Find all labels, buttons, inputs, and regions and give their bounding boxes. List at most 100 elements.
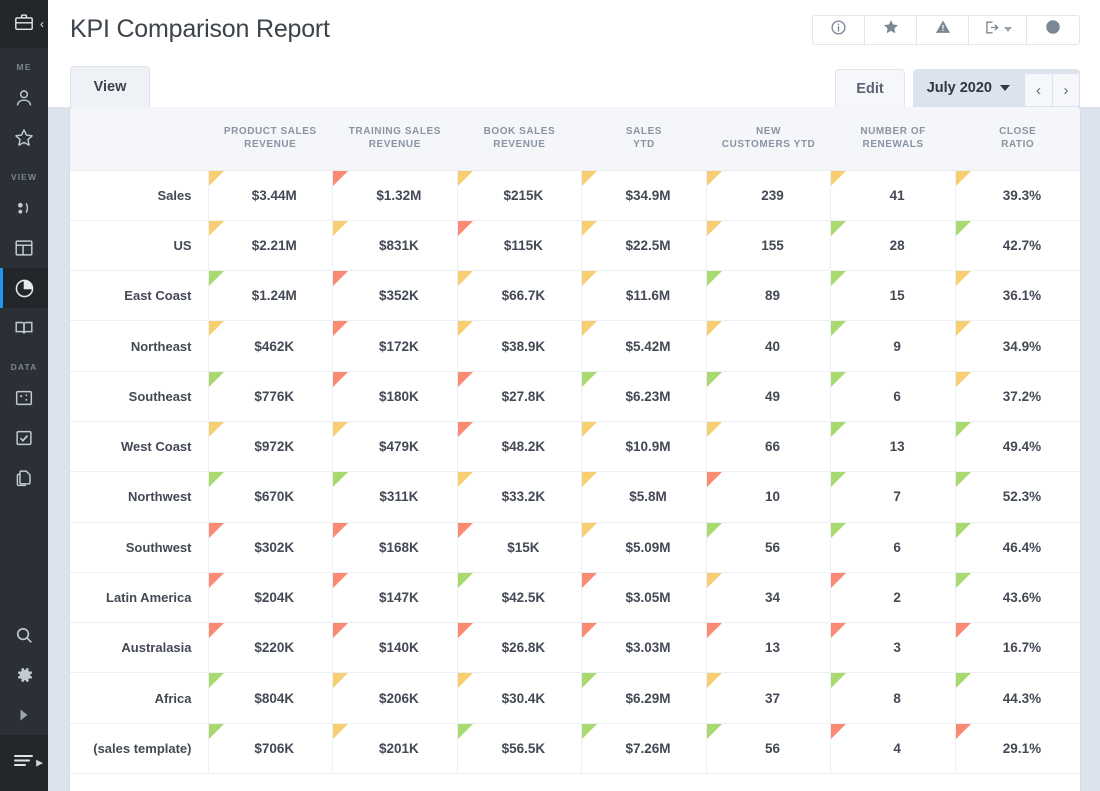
table-cell[interactable]: $804K <box>208 672 334 724</box>
table-row[interactable]: Southeast $776K $180K $27.8K $6.23M 49 6 37.2% <box>70 371 1080 422</box>
sidebar-item-favorites[interactable] <box>0 118 48 158</box>
table-cell[interactable]: 239 <box>706 170 832 221</box>
table-cell[interactable]: $6.29M <box>581 672 707 724</box>
sidebar-item-settings[interactable] <box>0 655 48 695</box>
table-cell[interactable]: $204K <box>208 572 334 624</box>
table-cell[interactable]: $168K <box>332 522 458 573</box>
column-header[interactable]: SALES YTD <box>581 107 707 171</box>
table-cell[interactable]: $776K <box>208 371 334 422</box>
export-icon-button[interactable] <box>969 15 1027 44</box>
table-cell[interactable]: $11.6M <box>581 270 707 322</box>
row-label[interactable]: Southeast <box>70 371 209 422</box>
table-cell[interactable]: $180K <box>332 371 458 422</box>
table-cell[interactable]: $3.05M <box>581 572 707 624</box>
table-cell[interactable]: $172K <box>332 320 458 372</box>
table-cell[interactable]: $5.8M <box>581 471 707 523</box>
table-cell[interactable]: 56 <box>706 522 832 573</box>
table-cell[interactable]: $48.2K <box>457 421 583 473</box>
table-cell[interactable]: 52.3% <box>955 471 1080 523</box>
table-cell[interactable]: $201K <box>332 723 458 775</box>
table-cell[interactable]: $42.5K <box>457 572 583 624</box>
row-label[interactable]: East Coast <box>70 270 209 322</box>
info-icon-button[interactable] <box>813 15 865 44</box>
table-cell[interactable]: $22.5M <box>581 220 707 272</box>
table-cell[interactable]: 40 <box>706 320 832 372</box>
table-cell[interactable]: 34.9% <box>955 320 1080 372</box>
table-cell[interactable]: 37.2% <box>955 371 1080 422</box>
table-row[interactable]: Australasia $220K $140K $26.8K $3.03M 13 3 16.7… <box>70 622 1080 674</box>
table-cell[interactable]: $2.21M <box>208 220 334 272</box>
table-row[interactable]: Sales $3.44M $1.32M $215K $34.9M 239 41 39.3% <box>70 170 1080 221</box>
table-cell[interactable]: 7 <box>830 471 956 523</box>
table-cell[interactable]: $462K <box>208 320 334 372</box>
triangle-right-icon[interactable]: ▶ <box>36 758 43 769</box>
sidebar-item-expand[interactable] <box>0 695 48 735</box>
column-header[interactable]: PRODUCT SALES REVENUE <box>208 107 333 171</box>
table-cell[interactable]: 49 <box>706 371 832 422</box>
column-header[interactable]: NUMBER OF RENEWALS <box>830 107 956 171</box>
table-row[interactable]: (sales template) $706K $201K $56.5K $7.26M 56… <box>70 723 1080 775</box>
table-cell[interactable]: $56.5K <box>457 723 583 775</box>
table-cell[interactable]: $147K <box>332 572 458 624</box>
table-cell[interactable]: $220K <box>208 622 334 674</box>
table-cell[interactable]: $1.32M <box>332 170 458 221</box>
table-cell[interactable]: $302K <box>208 522 334 573</box>
tab-edit[interactable]: Edit <box>835 69 905 107</box>
row-label[interactable]: West Coast <box>70 421 209 473</box>
row-label[interactable]: Northwest <box>70 471 209 523</box>
table-cell[interactable]: $27.8K <box>457 371 583 422</box>
table-cell[interactable]: 13 <box>706 622 832 674</box>
row-label[interactable]: Africa <box>70 672 209 724</box>
history-icon-button[interactable] <box>1027 16 1079 44</box>
table-cell[interactable]: $1.24M <box>208 270 334 322</box>
table-row[interactable]: Northwest $670K $311K $33.2K $5.8M 10 7 52.3% <box>70 471 1080 523</box>
column-header[interactable]: TRAINING SALES REVENUE <box>332 107 458 171</box>
table-cell[interactable]: 2 <box>830 572 956 624</box>
table-cell[interactable]: 37 <box>706 672 832 724</box>
table-cell[interactable]: $7.26M <box>581 723 707 775</box>
column-header[interactable]: BOOK SALES REVENUE <box>457 107 582 171</box>
table-cell[interactable]: $140K <box>332 622 458 674</box>
row-label[interactable]: Southwest <box>70 522 209 573</box>
table-cell[interactable]: 3 <box>830 622 956 674</box>
table-cell[interactable]: $115K <box>457 220 583 272</box>
table-cell[interactable]: 8 <box>830 672 956 724</box>
warning-icon-button[interactable] <box>917 15 969 44</box>
sidebar-item-tasks[interactable] <box>0 418 48 458</box>
table-cell[interactable]: $6.23M <box>581 371 707 422</box>
sidebar-bottom-toggle[interactable]: ▶ <box>0 735 48 791</box>
table-cell[interactable]: $352K <box>332 270 458 322</box>
table-cell[interactable]: $66.7K <box>457 270 583 322</box>
table-row[interactable]: US $2.21M $831K $115K $22.5M 155 28 42.7% <box>70 220 1080 272</box>
period-selector[interactable]: July 2020 ‹ › <box>912 69 1080 107</box>
table-cell[interactable]: 6 <box>830 371 956 422</box>
table-cell[interactable]: 89 <box>706 270 832 322</box>
table-cell[interactable]: 39.3% <box>955 170 1080 221</box>
table-cell[interactable]: 6 <box>830 522 956 573</box>
sidebar-item-profile[interactable] <box>0 78 48 118</box>
table-cell[interactable]: $33.2K <box>457 471 583 523</box>
table-cell[interactable]: 56 <box>706 723 832 775</box>
period-prev-button[interactable]: ‹ <box>1024 73 1052 107</box>
table-cell[interactable]: 43.6% <box>955 572 1080 624</box>
sidebar-item-library[interactable] <box>0 308 48 348</box>
table-cell[interactable]: $26.8K <box>457 622 583 674</box>
sidebar-item-search[interactable] <box>0 615 48 655</box>
table-cell[interactable]: 46.4% <box>955 522 1080 573</box>
period-next-button[interactable]: › <box>1052 73 1080 107</box>
table-cell[interactable]: 49.4% <box>955 421 1080 473</box>
table-cell[interactable]: $15K <box>457 522 583 573</box>
sidebar-item-dashboard[interactable] <box>0 228 48 268</box>
table-cell[interactable]: $3.03M <box>581 622 707 674</box>
table-cell[interactable]: 28 <box>830 220 956 272</box>
table-cell[interactable]: $38.9K <box>457 320 583 372</box>
table-cell[interactable]: 41 <box>830 170 956 221</box>
table-cell[interactable]: 16.7% <box>955 622 1080 674</box>
table-cell[interactable]: 9 <box>830 320 956 372</box>
tab-view[interactable]: View <box>70 66 150 107</box>
chevron-down-icon[interactable] <box>1004 27 1012 32</box>
table-cell[interactable]: 44.3% <box>955 672 1080 724</box>
sidebar-item-datasets[interactable] <box>0 378 48 418</box>
table-cell[interactable]: $5.09M <box>581 522 707 573</box>
table-row[interactable]: Southwest $302K $168K $15K $5.09M 56 6 46.4% <box>70 522 1080 573</box>
